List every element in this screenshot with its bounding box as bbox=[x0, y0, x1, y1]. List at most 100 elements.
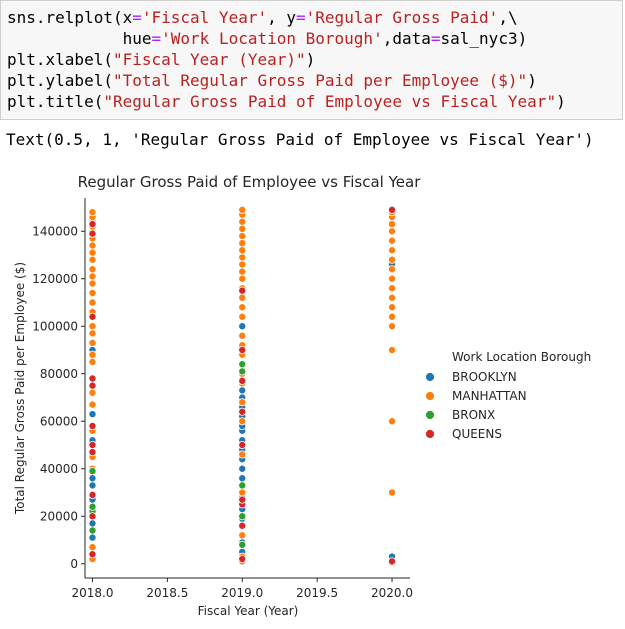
y-tick-label: 40000 bbox=[40, 462, 78, 476]
data-point bbox=[88, 322, 97, 331]
data-point bbox=[238, 367, 247, 376]
data-point bbox=[88, 400, 97, 409]
data-point bbox=[238, 376, 247, 385]
data-point bbox=[388, 265, 397, 274]
data-point bbox=[88, 481, 97, 490]
data-point bbox=[88, 338, 97, 347]
data-point bbox=[88, 248, 97, 257]
data-point bbox=[88, 512, 97, 521]
legend-label: BRONX bbox=[452, 408, 495, 422]
x-tick-label: 2018.0 bbox=[71, 586, 113, 600]
data-point bbox=[88, 220, 97, 229]
data-point bbox=[88, 490, 97, 499]
x-tick-label: 2020.0 bbox=[371, 586, 413, 600]
data-point bbox=[238, 293, 247, 302]
data-point bbox=[238, 521, 247, 530]
data-point bbox=[388, 303, 397, 312]
data-point bbox=[88, 421, 97, 430]
data-point bbox=[238, 286, 247, 295]
data-point bbox=[388, 322, 397, 331]
legend: Work Location Borough BROOKLYN MANHATTAN B… bbox=[425, 350, 591, 441]
y-tick-label: 100000 bbox=[32, 319, 78, 333]
data-point bbox=[88, 543, 97, 552]
x-tick-label: 2018.5 bbox=[146, 586, 188, 600]
scatter-chart: Regular Gross Paid of Employee vs Fiscal… bbox=[13, 173, 591, 618]
y-tick-label: 60000 bbox=[40, 414, 78, 428]
data-point bbox=[88, 279, 97, 288]
y-axis-title: Total Regular Gross Paid per Employee ($… bbox=[13, 262, 27, 515]
data-point bbox=[88, 272, 97, 281]
data-point bbox=[88, 329, 97, 338]
legend-label: BROOKLYN bbox=[452, 370, 517, 384]
legend-marker bbox=[425, 429, 435, 439]
data-point bbox=[238, 531, 247, 540]
data-point bbox=[88, 298, 97, 307]
data-point bbox=[238, 267, 247, 276]
data-point bbox=[238, 440, 247, 449]
x-tick-label: 2019.0 bbox=[221, 586, 263, 600]
data-point bbox=[88, 312, 97, 321]
data-point bbox=[88, 533, 97, 542]
y-tick-label: 20000 bbox=[40, 509, 78, 523]
data-point bbox=[388, 293, 397, 302]
data-point bbox=[388, 312, 397, 321]
data-point bbox=[88, 526, 97, 535]
data-point bbox=[88, 374, 97, 383]
legend-marker bbox=[425, 391, 435, 401]
y-tick-label: 80000 bbox=[40, 367, 78, 381]
data-point bbox=[388, 284, 397, 293]
data-point bbox=[238, 398, 247, 407]
data-point bbox=[238, 360, 247, 369]
data-point bbox=[388, 227, 397, 236]
data-point bbox=[238, 239, 247, 248]
legend-label: QUEENS bbox=[452, 427, 502, 441]
data-point bbox=[238, 464, 247, 473]
data-point bbox=[388, 557, 397, 566]
data-point bbox=[88, 255, 97, 264]
x-tick-label: 2019.5 bbox=[296, 586, 338, 600]
data-point bbox=[238, 481, 247, 490]
data-point bbox=[238, 312, 247, 321]
data-point bbox=[88, 467, 97, 476]
series-bronx bbox=[88, 360, 247, 549]
data-point bbox=[88, 388, 97, 397]
plot-area bbox=[88, 205, 397, 567]
data-point bbox=[88, 474, 97, 483]
data-point bbox=[88, 440, 97, 449]
data-point bbox=[238, 246, 247, 255]
data-point bbox=[238, 224, 247, 233]
legend-title: Work Location Borough bbox=[452, 350, 591, 364]
legend-marker bbox=[425, 372, 435, 382]
data-point bbox=[238, 231, 247, 240]
data-point bbox=[238, 450, 247, 459]
data-point bbox=[388, 205, 397, 214]
data-point bbox=[388, 274, 397, 283]
data-point bbox=[238, 303, 247, 312]
data-point bbox=[88, 241, 97, 250]
data-point bbox=[238, 217, 247, 226]
data-point bbox=[238, 322, 247, 331]
y-tick-label: 140000 bbox=[32, 224, 78, 238]
data-point bbox=[238, 331, 247, 340]
data-point bbox=[238, 205, 247, 214]
data-point bbox=[238, 407, 247, 416]
data-point bbox=[238, 345, 247, 354]
data-point bbox=[238, 488, 247, 497]
y-tick-label: 120000 bbox=[32, 272, 78, 286]
legend-label: MANHATTAN bbox=[452, 389, 527, 403]
data-point bbox=[388, 236, 397, 245]
data-point bbox=[238, 474, 247, 483]
y-tick-label: 0 bbox=[70, 557, 78, 571]
chart-title: Regular Gross Paid of Employee vs Fiscal… bbox=[78, 173, 422, 191]
data-point bbox=[388, 345, 397, 354]
data-point bbox=[88, 288, 97, 297]
data-point bbox=[88, 519, 97, 528]
data-point bbox=[238, 495, 247, 504]
data-point bbox=[238, 512, 247, 521]
data-point bbox=[238, 555, 247, 564]
data-point bbox=[88, 229, 97, 238]
data-point bbox=[88, 550, 97, 559]
data-point bbox=[238, 540, 247, 549]
data-point bbox=[88, 381, 97, 390]
data-point bbox=[388, 417, 397, 426]
